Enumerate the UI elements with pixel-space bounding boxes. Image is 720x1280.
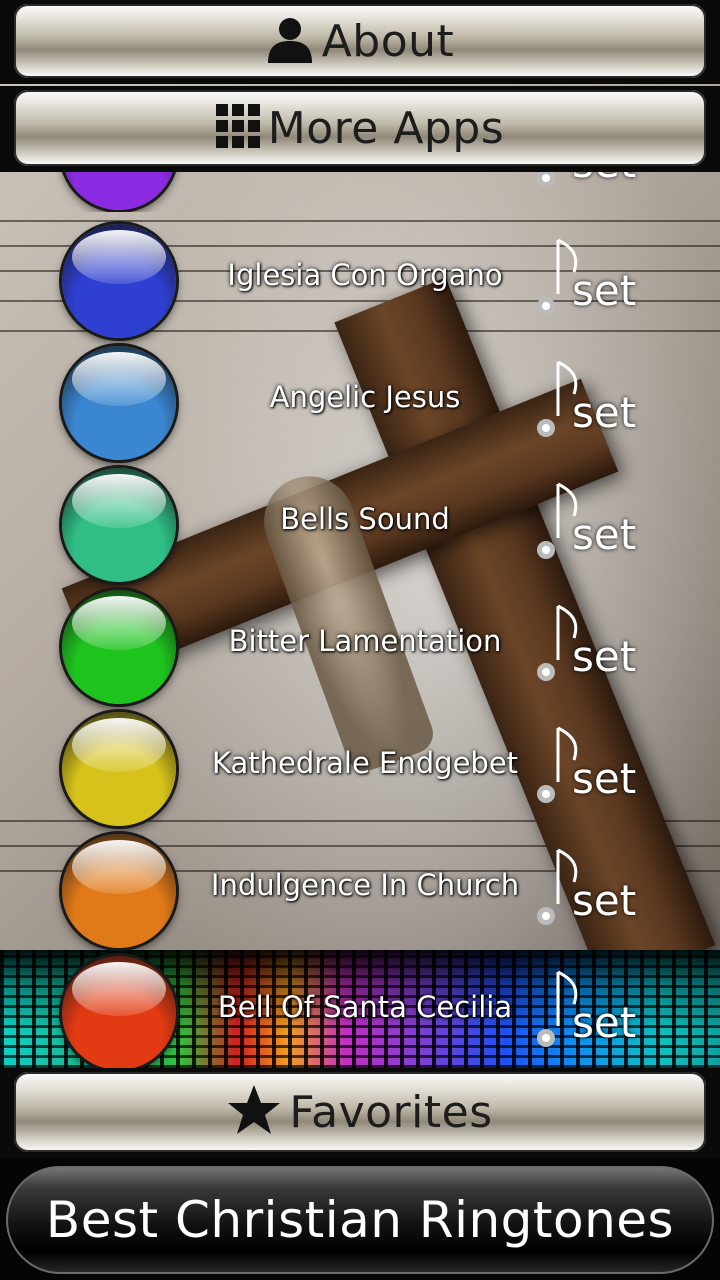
user-icon [266, 15, 314, 67]
list-item[interactable]: Bells Sound set [0, 462, 720, 584]
about-button[interactable]: About [14, 4, 706, 78]
ringtone-title: Bitter Lamentation [228, 624, 502, 658]
list-item[interactable]: Bitter Lamentation set [0, 584, 720, 706]
set-label: set [572, 510, 637, 559]
more-apps-label: More Apps [267, 102, 505, 154]
more-apps-button[interactable]: More Apps [14, 90, 706, 166]
ringtone-title: Angelic Jesus [269, 380, 461, 414]
app-title-banner: Best Christian Ringtones [6, 1166, 714, 1274]
set-ringtone-button[interactable]: set [528, 598, 638, 698]
set-label: set [572, 876, 637, 925]
app-title: Best Christian Ringtones [45, 1191, 675, 1249]
about-label: About [321, 15, 455, 67]
more-apps-bar: More Apps [0, 86, 720, 172]
play-orb-button[interactable] [62, 956, 176, 1070]
set-ringtone-button[interactable]: set [528, 842, 638, 942]
set-ringtone-button[interactable]: set [528, 720, 638, 820]
favorites-button[interactable]: Favorites [14, 1072, 706, 1152]
list-item[interactable]: Kathedrale Endgebet set [0, 706, 720, 828]
set-ringtone-button[interactable]: set [528, 354, 638, 454]
footer: Best Christian Ringtones [0, 1158, 720, 1280]
set-ringtone-button[interactable]: set [528, 232, 638, 332]
ringtone-title: Bell Of Santa Cecilia [217, 990, 513, 1024]
play-orb-button[interactable] [62, 712, 176, 826]
set-label: set [572, 754, 637, 803]
set-label: set [572, 266, 637, 315]
play-orb-button[interactable] [62, 590, 176, 704]
favorites-label: Favorites [289, 1086, 493, 1138]
ringtone-title: Kathedrale Endgebet [211, 746, 519, 780]
list-item[interactable]: Bell Of Santa Cecilia set [0, 950, 720, 1072]
ringtone-title: Indulgence In Church [210, 868, 520, 902]
list-item[interactable]: Indulgence In Church set [0, 828, 720, 950]
list-item[interactable]: Iglesia Con Organo set [0, 218, 720, 340]
ringtone-title: Bells Sound [280, 502, 450, 536]
play-orb-button[interactable] [62, 834, 176, 948]
set-ringtone-button[interactable]: set [528, 964, 638, 1064]
star-icon [227, 1084, 281, 1140]
set-ringtone-button[interactable]: set [528, 476, 638, 576]
ringtone-title: Iglesia Con Organo [227, 258, 503, 292]
favorites-bar: Favorites [0, 1068, 720, 1158]
play-orb-button[interactable] [62, 346, 176, 460]
about-bar: About [0, 0, 720, 84]
set-label: set [572, 998, 637, 1047]
play-orb-button[interactable] [62, 224, 176, 338]
list-item[interactable]: Angelic Jesus set [0, 340, 720, 462]
play-orb-button[interactable] [62, 468, 176, 582]
set-label: set [572, 632, 637, 681]
grid-icon [215, 104, 260, 152]
set-label: set [572, 388, 637, 437]
